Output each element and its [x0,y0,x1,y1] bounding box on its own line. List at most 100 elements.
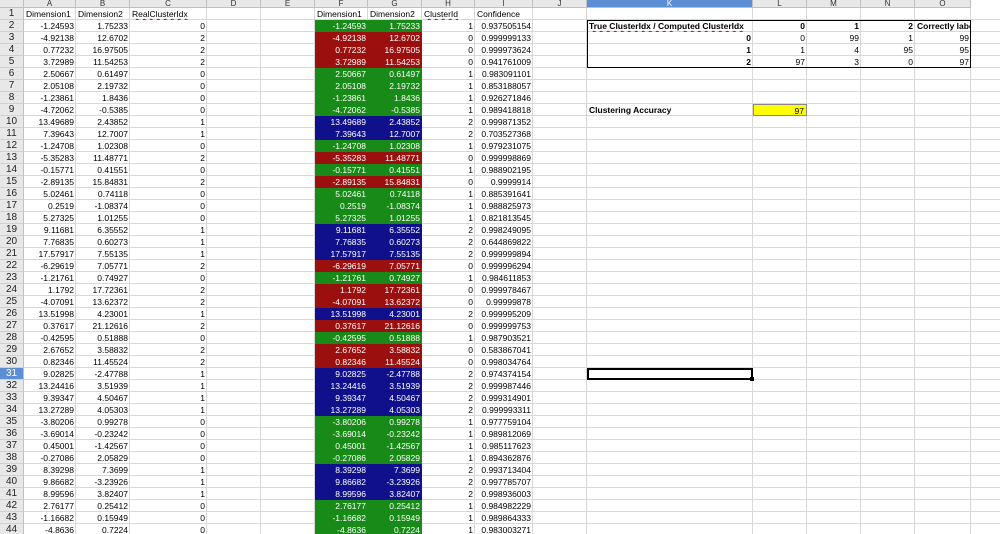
row-header-22[interactable]: 22 [0,260,24,272]
row-header-34[interactable]: 34 [0,404,24,416]
colored-cell-f[interactable]: -4.72062 [315,104,368,116]
data-cell-i[interactable]: 0.998034764 [475,356,533,368]
data-cell-c[interactable]: 2 [130,56,207,68]
data-cell-b[interactable]: 4.50467 [76,392,130,404]
data-cell-a[interactable]: 8.39298 [24,464,76,476]
data-cell-c[interactable]: 2 [130,284,207,296]
colored-cell-f[interactable]: -0.15771 [315,164,368,176]
data-cell-a[interactable]: 0.2519 [24,200,76,212]
data-cell-h[interactable]: 1 [422,440,475,452]
colored-cell-g[interactable]: 0.74927 [368,272,422,284]
colored-cell-g[interactable]: -2.47788 [368,368,422,380]
data-cell-a[interactable]: -0.27086 [24,452,76,464]
colored-cell-g[interactable]: 0.99278 [368,416,422,428]
colored-cell-g[interactable]: 0.51888 [368,332,422,344]
data-cell-c[interactable]: 0 [130,332,207,344]
data-cell-b[interactable]: 0.25412 [76,500,130,512]
data-cell-h[interactable]: 0 [422,152,475,164]
data-cell-a[interactable]: 7.76835 [24,236,76,248]
colored-cell-g[interactable]: 3.51939 [368,380,422,392]
row-header-36[interactable]: 36 [0,428,24,440]
colored-cell-f[interactable]: 9.02825 [315,368,368,380]
data-cell-a[interactable]: 2.76177 [24,500,76,512]
data-cell-i[interactable]: 0.988825973 [475,200,533,212]
data-cell-h[interactable]: 1 [422,80,475,92]
data-cell-c[interactable]: 0 [130,140,207,152]
confusion-value[interactable]: 1 [753,44,807,56]
data-cell-i[interactable]: 0.885391641 [475,188,533,200]
column-header-g[interactable]: G [368,0,422,8]
row-header-1[interactable]: 1 [0,8,24,20]
data-cell-h[interactable]: 1 [422,272,475,284]
data-cell-a[interactable]: 17.57917 [24,248,76,260]
data-cell-a[interactable]: -0.42595 [24,332,76,344]
colored-cell-f[interactable]: 0.77232 [315,44,368,56]
data-cell-b[interactable]: 2.05829 [76,452,130,464]
colored-cell-f[interactable]: -3.69014 [315,428,368,440]
data-cell-i[interactable]: 0.987903521 [475,332,533,344]
data-cell-h[interactable]: 1 [422,500,475,512]
colored-cell-f[interactable]: 5.02461 [315,188,368,200]
accuracy-value[interactable]: 97 [753,104,807,116]
data-cell-i[interactable]: 0.984611853 [475,272,533,284]
data-cell-b[interactable]: 0.61497 [76,68,130,80]
colored-cell-g[interactable]: 7.3699 [368,464,422,476]
data-cell-b[interactable]: 1.01255 [76,212,130,224]
data-cell-h[interactable]: 2 [422,404,475,416]
colored-cell-g[interactable]: 1.75233 [368,20,422,32]
data-cell-b[interactable]: 21.12616 [76,320,130,332]
row-header-10[interactable]: 10 [0,116,24,128]
data-cell-h[interactable]: 0 [422,320,475,332]
data-cell-i[interactable]: 0.993713404 [475,464,533,476]
colored-cell-f[interactable]: -1.23861 [315,92,368,104]
data-cell-c[interactable]: 2 [130,344,207,356]
data-cell-h[interactable]: 1 [422,212,475,224]
colored-cell-g[interactable]: -0.5385 [368,104,422,116]
data-cell-c[interactable]: 0 [130,416,207,428]
row-header-32[interactable]: 32 [0,380,24,392]
data-cell-a[interactable]: -6.29619 [24,260,76,272]
confusion-value[interactable]: 97 [753,56,807,68]
colored-cell-g[interactable]: 7.55135 [368,248,422,260]
data-cell-b[interactable]: 1.02308 [76,140,130,152]
data-cell-a[interactable]: 0.45001 [24,440,76,452]
data-cell-c[interactable]: 2 [130,320,207,332]
data-cell-h[interactable]: 2 [422,476,475,488]
data-cell-a[interactable]: -1.24708 [24,140,76,152]
row-header-42[interactable]: 42 [0,500,24,512]
data-cell-h[interactable]: 2 [422,116,475,128]
colored-cell-g[interactable]: 0.7224 [368,524,422,534]
colored-cell-g[interactable]: 4.50467 [368,392,422,404]
data-cell-h[interactable]: 0 [422,44,475,56]
colored-cell-f[interactable]: -3.80206 [315,416,368,428]
data-cell-c[interactable]: 2 [130,356,207,368]
data-cell-h[interactable]: 0 [422,32,475,44]
data-cell-i[interactable]: 0.999973624 [475,44,533,56]
data-cell-b[interactable]: 0.74118 [76,188,130,200]
header-cell-g[interactable]: Dimension2 [368,8,422,20]
colored-cell-g[interactable]: 0.15949 [368,512,422,524]
data-cell-b[interactable]: 3.82407 [76,488,130,500]
column-header-j[interactable]: J [533,0,587,8]
row-header-23[interactable]: 23 [0,272,24,284]
data-cell-h[interactable]: 0 [422,356,475,368]
colored-cell-g[interactable]: -3.23926 [368,476,422,488]
data-cell-a[interactable]: 1.1792 [24,284,76,296]
data-cell-c[interactable]: 0 [130,440,207,452]
data-cell-i[interactable]: 0.999995209 [475,308,533,320]
fill-handle[interactable] [750,377,754,381]
colored-cell-g[interactable]: 21.12616 [368,320,422,332]
accuracy-label[interactable]: Clustering Accuracy [587,104,753,116]
colored-cell-g[interactable]: 6.35552 [368,224,422,236]
confusion-col-header[interactable]: 0 [753,20,807,32]
header-cell-h[interactable]: ClusterId [422,8,475,20]
row-header-24[interactable]: 24 [0,284,24,296]
data-cell-a[interactable]: -3.69014 [24,428,76,440]
column-header-k[interactable]: K [587,0,753,8]
data-cell-i[interactable]: 0.979231075 [475,140,533,152]
row-header-19[interactable]: 19 [0,224,24,236]
row-header-33[interactable]: 33 [0,392,24,404]
spreadsheet-grid[interactable]: A B C D E F G H I J K L M N O 1 2 3 4 5 6 7 8 9 10 11 12 13 14 15 16 17… [0,0,1000,534]
colored-cell-f[interactable]: 0.2519 [315,200,368,212]
confusion-value[interactable]: 1 [861,32,915,44]
